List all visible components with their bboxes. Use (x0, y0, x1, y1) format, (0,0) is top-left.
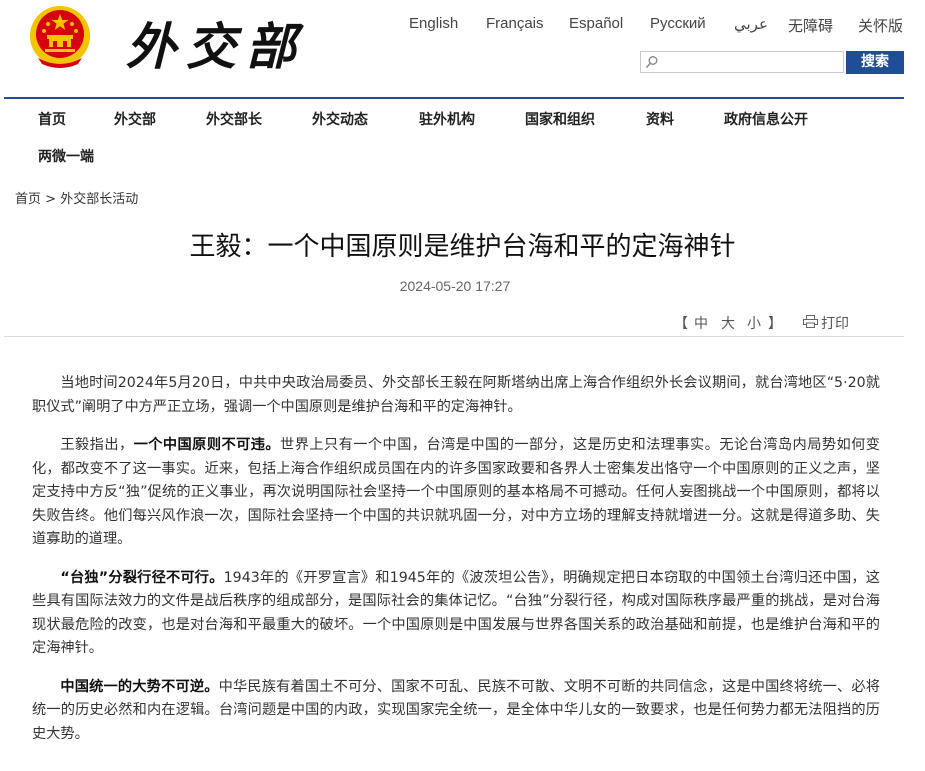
search-input[interactable] (663, 53, 841, 71)
header-divider (4, 97, 904, 99)
breadcrumb-current-link[interactable]: 外交部长活动 (60, 192, 138, 207)
font-size-bracket-close: 】 (768, 316, 782, 332)
paragraph-prefix: 王毅指出， (60, 437, 134, 453)
site-logo[interactable]: 外交部 (126, 8, 296, 86)
article-date: 2024-05-20 17:27 (399, 278, 511, 294)
nav-item-minister[interactable]: 外交部长 (206, 109, 262, 129)
lang-english-link[interactable]: English (409, 15, 458, 32)
national-emblem-icon[interactable] (28, 4, 92, 70)
search-box[interactable] (640, 51, 844, 73)
nav-item-diplomatic-news[interactable]: 外交动态 (312, 109, 368, 129)
nav-item-countries[interactable]: 国家和组织 (525, 109, 595, 129)
print-button[interactable]: 打印 (821, 313, 849, 333)
paragraph-lead: 一个中国原则不可违。 (133, 437, 281, 453)
nav-item-social[interactable]: 两微一端 (38, 146, 94, 166)
accessibility-link[interactable]: 无障碍 (788, 15, 833, 36)
article-paragraph-3: “台独”分裂行径不可行。1943年的《开罗宣言》和1945年的《波茨坦公告》，明… (32, 567, 880, 661)
lang-russian-link[interactable]: Русский (650, 15, 706, 32)
article-paragraph-4: 中国统一的大势不可逆。中华民族有着国土不可分、国家不可乱、民族不可散、文明不可断… (32, 676, 880, 747)
lang-french-link[interactable]: Français (486, 15, 544, 32)
paragraph-lead: “台独”分裂行径不可行。 (60, 569, 224, 586)
font-size-large-button[interactable]: 中 (694, 313, 708, 333)
search-icon (645, 56, 658, 69)
breadcrumb-home-link[interactable]: 首页 (15, 192, 41, 207)
lang-arabic-link[interactable]: عربي (734, 15, 768, 33)
nav-item-gov-info[interactable]: 政府信息公开 (724, 109, 808, 129)
breadcrumb: 首页 > 外交部长活动 (15, 188, 138, 207)
paragraph-lead: 中国统一的大势不可逆。 (60, 678, 219, 695)
nav-item-ministry[interactable]: 外交部 (114, 109, 156, 129)
article-title: 王毅：一个中国原则是维护台海和平的定海神针 (189, 232, 736, 262)
article-paragraph-1: 当地时间2024年5月20日，中共中央政治局委员、外交部长王毅在阿斯塔纳出席上海… (32, 372, 880, 419)
font-size-bracket-open: 【 (674, 316, 688, 332)
page: 外交部 English Français Español Русский عرب… (0, 0, 925, 771)
care-mode-link[interactable]: 关怀版 (858, 15, 903, 36)
article-paragraph-2: 王毅指出，一个中国原则不可违。世界上只有一个中国，台湾是中国的一部分，这是历史和… (32, 434, 880, 552)
paragraph-text: 世界上只有一个中国，台湾是中国的一部分，这是历史和法理事实。无论台湾岛内局势如何… (32, 437, 880, 547)
nav-item-resources[interactable]: 资料 (646, 109, 674, 129)
title-divider (4, 336, 904, 337)
search-button[interactable]: 搜索 (846, 51, 904, 74)
paragraph-text: 当地时间2024年5月20日，中共中央政治局委员、外交部长王毅在阿斯塔纳出席上海… (32, 375, 880, 415)
font-size-small-button[interactable]: 小 (747, 313, 761, 333)
font-size-medium-button[interactable]: 大 (721, 313, 735, 333)
breadcrumb-separator: > (45, 192, 57, 207)
lang-spanish-link[interactable]: Español (569, 15, 623, 32)
nav-item-home[interactable]: 首页 (38, 109, 66, 129)
article-body: 当地时间2024年5月20日，中共中央政治局委员、外交部长王毅在阿斯塔纳出席上海… (32, 372, 880, 761)
nav-item-missions[interactable]: 驻外机构 (419, 109, 475, 129)
printer-icon[interactable] (803, 315, 818, 328)
